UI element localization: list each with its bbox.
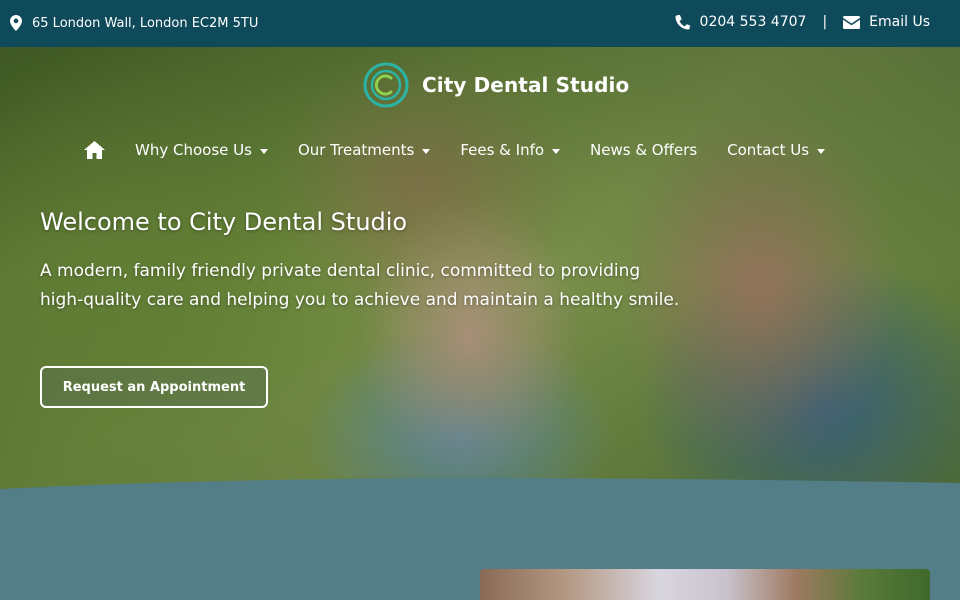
nav-item-news-offers[interactable]: News & Offers [590, 141, 697, 159]
section-photo [480, 569, 930, 600]
map-pin-icon [10, 15, 22, 31]
home-icon[interactable] [84, 141, 105, 159]
nav-item-label: Why Choose Us [135, 141, 252, 159]
top-info-bar: 65 London Wall, London EC2M 5TU 0204 553… [0, 0, 960, 47]
hero-lead-line-1: A modern, family friendly private dental… [40, 261, 641, 281]
caret-down-icon [552, 148, 561, 154]
nav-item-label: Contact Us [727, 141, 810, 159]
caret-down-icon [817, 148, 826, 154]
contact-links: 0204 553 4707 | Email Us [675, 14, 930, 30]
hero-title: Welcome to City Dental Studio [40, 208, 408, 236]
nav-item-label: News & Offers [590, 141, 698, 159]
nav-item-our-treatments[interactable]: Our Treatments [297, 141, 431, 159]
address-block[interactable]: 65 London Wall, London EC2M 5TU [10, 15, 258, 31]
hero-bottom-wave [0, 478, 960, 497]
separator: | [822, 14, 828, 30]
nav-item-label: Our Treatments [297, 141, 415, 159]
nav-item-label: Fees & Info [460, 141, 545, 159]
content-section [0, 497, 960, 600]
phone-number: 0204 553 4707 [699, 14, 807, 30]
caret-down-icon [259, 148, 268, 154]
brand-name: City Dental Studio [422, 73, 630, 97]
nav-item-why-choose-us[interactable]: Why Choose Us [135, 141, 268, 159]
email-label: Email Us [869, 14, 930, 30]
logo-mark-icon [362, 61, 410, 109]
hero-section: City Dental Studio Why Choose Us Our Tre… [0, 47, 960, 497]
envelope-icon [843, 15, 861, 29]
phone-link[interactable]: 0204 553 4707 [675, 14, 807, 30]
hero-lead-line-2: high-quality care and helping you to ach… [40, 290, 680, 310]
main-navigation: Why Choose Us Our Treatments Fees & Info… [84, 141, 855, 159]
caret-down-icon [422, 148, 431, 154]
nav-item-contact-us[interactable]: Contact Us [727, 141, 826, 159]
nav-item-fees-info[interactable]: Fees & Info [460, 141, 561, 159]
phone-icon [675, 14, 691, 30]
email-link[interactable]: Email Us [843, 14, 930, 30]
site-logo[interactable]: City Dental Studio [362, 61, 629, 109]
request-appointment-button[interactable]: Request an Appointment [40, 366, 268, 408]
hero-lead: A modern, family friendly private dental… [40, 257, 730, 315]
address-text: 65 London Wall, London EC2M 5TU [32, 15, 259, 31]
